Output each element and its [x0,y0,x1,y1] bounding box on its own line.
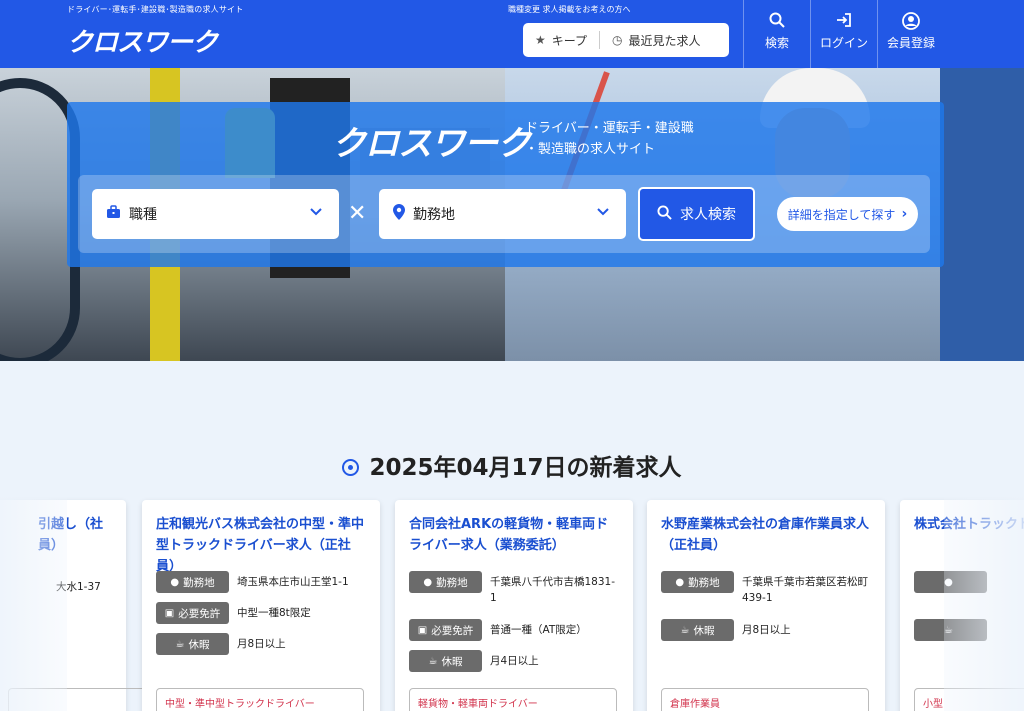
holiday-badge: ☕ 休暇 [409,650,482,672]
license-badge: ▣ 必要免許 [409,619,482,641]
job-card-tag[interactable]: 倉庫作業員 [661,688,869,711]
holiday-badge-label: 休暇 [441,655,463,668]
login-icon [811,12,877,30]
license-badge: ▣ 必要免許 [156,602,229,624]
site-tagline: ドライバー･運転手･建設職･製造職の求人サイト [67,5,244,14]
location-badge: ● 勤務地 [409,571,482,593]
job-card-license-row: ▣ 必要免許 中型一種8t限定 [156,602,367,624]
search-panel: クロスワーク ドライバー・運転手・建設職 ・製造職の求人サイト 職種 ✕ 勤務地 [67,102,944,267]
chevron-down-icon [596,204,610,222]
new-jobs-title: 2025年04月17日の新着求人 [369,455,682,481]
location-badge-label: 勤務地 [436,576,468,589]
job-card-location: 千葉県八千代市吉橋1831-1 [490,576,616,604]
job-type-select[interactable]: 職種 [92,189,339,239]
recent-label: 最近見た求人 [628,33,701,48]
job-card-holiday: 月8日以上 [742,624,791,636]
search-icon [744,12,810,30]
location-badge-label: 勤務地 [688,576,720,589]
target-icon [342,459,360,476]
nav-login[interactable]: ログイン [810,0,877,68]
job-card-location-row: ● 勤務地 千葉県八千代市吉橋1831-1 [409,571,620,606]
search-bar: 職種 ✕ 勤務地 求人検索 詳細を指定して探す › [78,175,930,253]
job-card[interactable]: 水野産業株式会社の倉庫作業員求人（正社員） ● 勤務地 千葉県千葉市若葉区若松町4… [647,500,885,711]
job-card-holiday-row: ☕ 休暇 月8日以上 [156,633,367,655]
job-card-tag[interactable]: 中型・準中型トラックドライバー [156,688,364,711]
id-card-icon: ▣ [164,607,175,619]
search-icon [657,204,672,224]
panel-tagline-line1: ドライバー・運転手・建設職 [525,121,694,136]
clock-icon: ◷ [612,33,623,47]
job-card-location: 埼玉県本庄市山王堂1-1 [237,576,349,588]
location-label: 勤務地 [413,207,455,223]
site-header: ドライバー･運転手･建設職･製造職の求人サイト クロスワーク 職種変更 求人掲載… [0,0,1024,68]
holiday-badge-label: 休暇 [693,624,715,637]
coffee-icon: ☕ [680,624,690,636]
job-card-holiday-row: ☕ 休暇 月4日以上 [409,650,620,672]
holiday-badge-label: 休暇 [188,638,210,651]
license-badge-label: 必要免許 [178,607,221,620]
panel-tagline: ドライバー・運転手・建設職 ・製造職の求人サイト [525,118,694,160]
id-card-icon: ▣ [417,624,428,636]
carousel-fade-left [0,488,67,711]
nav-search-label: 検索 [764,36,789,50]
location-badge: ● 勤務地 [661,571,734,593]
panel-logo: クロスワーク [332,124,531,164]
map-pin-icon [393,204,405,224]
search-button-label: 求人検索 [680,207,736,223]
job-card-location: 千葉県千葉市若葉区若松町439-1 [742,576,868,604]
location-badge-label: 勤務地 [183,576,215,589]
job-card-holiday: 月8日以上 [237,638,286,650]
user-icon [878,12,944,30]
job-card-license: 普通一種（AT限定） [490,624,587,636]
keep-label: キープ [551,33,588,48]
cross-icon: ✕ [348,201,367,226]
nav-search[interactable]: 検索 [743,0,810,68]
job-card[interactable]: 合同会社ARKの軽貨物・軽車両ドライバー求人（業務委託） ● 勤務地 千葉県八千代… [395,500,633,711]
location-badge: ● 勤務地 [156,571,229,593]
nav-login-label: ログイン [819,36,868,50]
job-card-license-row: ▣ 必要免許 普通一種（AT限定） [409,619,620,641]
nav-register-label: 会員登録 [886,36,935,50]
job-card-title[interactable]: 庄和観光バス株式会社の中型・準中型トラックドライバー求人（正社員） [156,514,368,577]
coffee-icon: ☕ [175,638,185,650]
job-card-location-row: ● 勤務地 埼玉県本庄市山王堂1-1 [156,571,367,593]
job-card-title[interactable]: 合同会社ARKの軽貨物・軽車両ドライバー求人（業務委託） [409,514,621,556]
carousel-fade-right [944,488,1024,711]
keep-button[interactable]: ★ キープ [523,30,599,50]
keep-recent-pill: ★ キープ ◷ 最近見た求人 [523,23,729,57]
chevron-down-icon [309,204,323,222]
license-badge-label: 必要免許 [431,624,474,637]
map-pin-icon: ● [423,576,433,588]
briefcase-icon [106,205,121,223]
employer-link[interactable]: 職種変更 求人掲載をお考えの方へ [508,4,631,15]
new-jobs-heading: 2025年04月17日の新着求人 [0,448,1024,482]
chevron-right-icon: › [901,206,908,222]
job-search-button[interactable]: 求人検索 [638,187,755,241]
detail-search-button[interactable]: 詳細を指定して探す › [777,197,918,231]
job-type-label: 職種 [129,207,157,223]
holiday-badge: ☕ 休暇 [661,619,734,641]
worker-uniform-shape [940,68,1024,361]
job-card-location-row: ● 勤務地 千葉県千葉市若葉区若松町439-1 [661,571,872,606]
site-logo[interactable]: クロスワーク [67,22,218,59]
job-card-tag[interactable]: 軽貨物・軽車両ドライバー [409,688,617,711]
job-card-license: 中型一種8t限定 [237,607,311,619]
map-pin-icon: ● [170,576,180,588]
detail-search-label: 詳細を指定して探す [787,207,896,222]
recent-button[interactable]: ◷ 最近見た求人 [600,30,713,50]
job-card[interactable]: 庄和観光バス株式会社の中型・準中型トラックドライバー求人（正社員） ● 勤務地 埼… [142,500,380,711]
holiday-badge: ☕ 休暇 [156,633,229,655]
coffee-icon: ☕ [428,655,438,667]
map-pin-icon: ● [675,576,685,588]
star-icon: ★ [535,33,546,47]
nav-register[interactable]: 会員登録 [877,0,944,68]
job-card-title[interactable]: 水野産業株式会社の倉庫作業員求人（正社員） [661,514,873,556]
job-card-holiday: 月4日以上 [490,655,539,667]
job-card-holiday-row: ☕ 休暇 月8日以上 [661,619,872,641]
job-card-carousel: 引越し（社員） 大水1-37 庄和観光バス株式会社の中型・準中型トラックドライバ… [0,488,1024,711]
panel-tagline-line2: ・製造職の求人サイト [525,142,656,157]
location-select[interactable]: 勤務地 [379,189,626,239]
